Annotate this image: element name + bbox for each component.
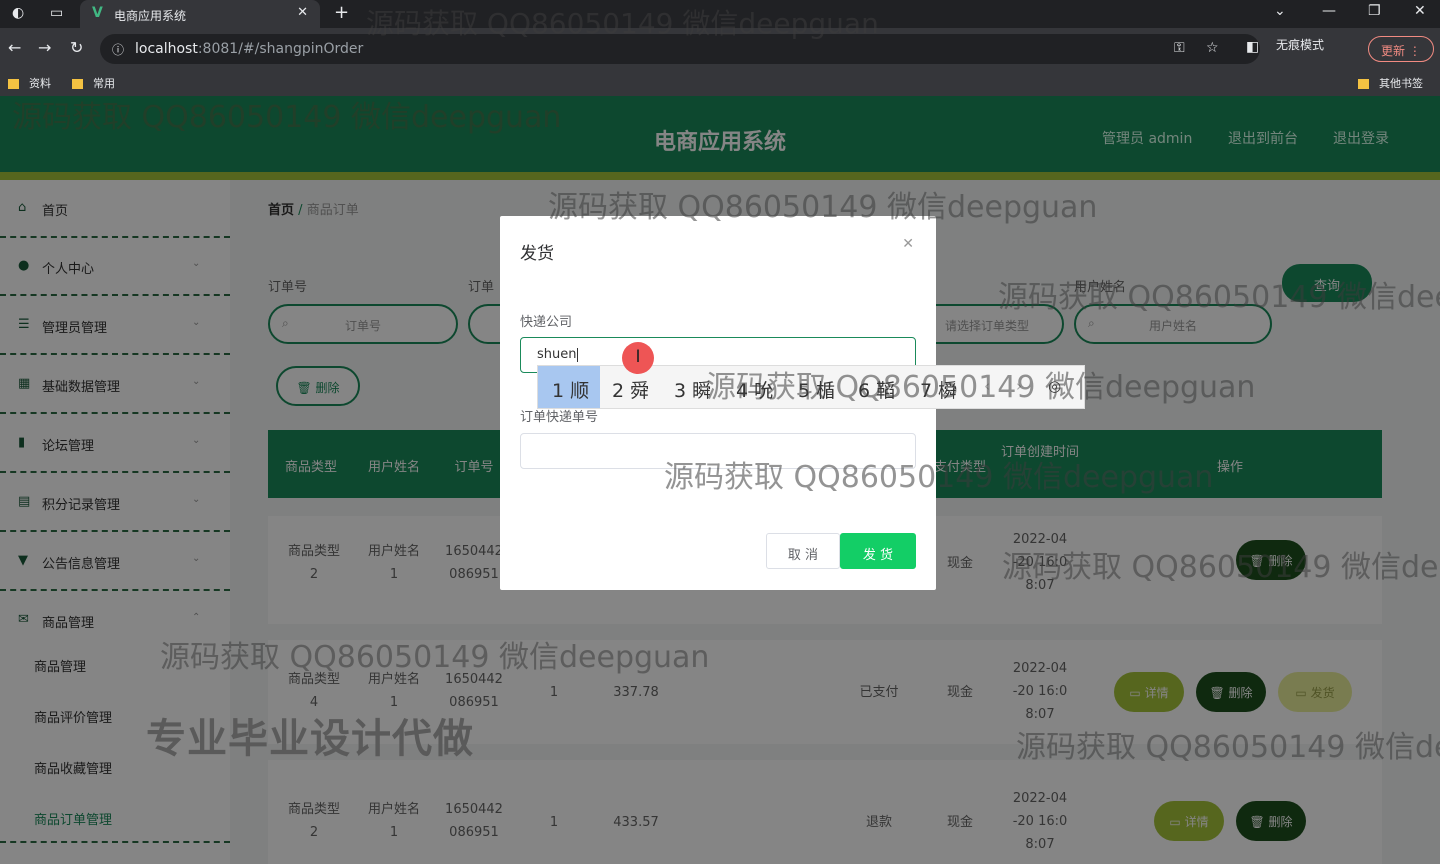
star-icon[interactable]: ☆ (1206, 41, 1219, 55)
mouse-pointer-highlight-icon: I (622, 342, 654, 374)
close-tab-icon[interactable]: ✕ (297, 5, 308, 20)
ime-candidate-number: 2 (612, 380, 625, 402)
browser-tab[interactable]: V 电商应用系统 ✕ (80, 0, 320, 28)
watermark: 源码获取 QQ86050149 微信deepguan (664, 460, 1214, 495)
update-label: 更新 (1381, 44, 1406, 58)
restore-icon[interactable]: ❐ (1368, 4, 1381, 18)
bookmark-folder-2[interactable]: 常用 (72, 75, 115, 91)
key-icon[interactable]: ⚿ (1174, 41, 1185, 55)
watermark: 源码获取 QQ86050149 微信deepguan (160, 640, 710, 675)
vue-favicon-icon: V (92, 5, 103, 21)
tab-list-chevron-icon[interactable]: ⌄ (1274, 4, 1286, 18)
watermark: 源码获取 QQ86050149 微信deepguan (706, 370, 1256, 405)
reload-icon[interactable]: ↻ (70, 40, 83, 56)
folder-icon (8, 79, 19, 89)
window-close-icon[interactable]: ✕ (1414, 4, 1426, 18)
new-tab-icon[interactable]: + (334, 4, 349, 22)
forward-icon[interactable]: → (38, 40, 51, 56)
sidepanel-icon[interactable]: ◧ (1246, 40, 1259, 54)
watermark: 源码获取 QQ86050149 微信deepguan (366, 7, 879, 40)
ime-candidate-char: 舜 (630, 380, 650, 402)
incognito-label[interactable]: 无痕模式 (1276, 36, 1324, 53)
courier-company-value: shuen (537, 347, 577, 362)
watermark: 源码获取 QQ86050149 微信deepguan (12, 100, 562, 135)
info-icon[interactable]: ⓘ (112, 41, 124, 58)
incognito-menu-icon[interactable]: ◐ (12, 6, 24, 20)
watermark: 源码获取 QQ86050149 微信deepguan (548, 190, 1098, 225)
ime-candidate-number: 1 (552, 380, 565, 402)
watermark: 源码获取 QQ86050149 微信dee (1002, 550, 1440, 585)
back-icon[interactable]: ← (8, 40, 21, 56)
watermark-banner: 专业毕业设计代做 (146, 716, 474, 762)
watermark: 源码获取 QQ86050149 微信dee (998, 280, 1440, 315)
courier-company-label: 快递公司 (520, 315, 573, 330)
url-host: localhost (135, 41, 198, 57)
dialog-title: 发货 (520, 244, 554, 264)
ime-candidate[interactable]: 2 舜 (612, 376, 649, 403)
bookmark-folder-1[interactable]: 资料 (8, 75, 51, 91)
bookmark-label: 资料 (29, 77, 51, 90)
watermark: 源码获取 QQ86050149 微信de (1016, 730, 1440, 765)
confirm-ship-button[interactable]: 发 货 (840, 533, 916, 569)
text-cursor (576, 347, 578, 362)
update-button[interactable]: 更新 ⋮ (1368, 36, 1434, 62)
ime-candidate-number: 3 (674, 380, 687, 402)
ime-candidate-char: 顺 (570, 380, 590, 402)
cancel-button[interactable]: 取 消 (766, 533, 840, 569)
bookmark-label: 常用 (93, 77, 115, 90)
other-bookmarks-label: 其他书签 (1379, 77, 1423, 90)
folder-icon (72, 79, 83, 89)
ime-candidate[interactable]: 1 顺 (538, 366, 600, 408)
minimize-icon[interactable]: — (1322, 4, 1336, 18)
close-icon[interactable]: ✕ (902, 236, 914, 252)
folder-icon (1358, 79, 1369, 89)
tab-search-icon[interactable]: ▭ (50, 6, 63, 20)
url-path: :8081/#/shangpinOrder (197, 41, 364, 57)
tab-title: 电商应用系统 (114, 9, 187, 23)
other-bookmarks[interactable]: 其他书签 (1358, 75, 1423, 91)
